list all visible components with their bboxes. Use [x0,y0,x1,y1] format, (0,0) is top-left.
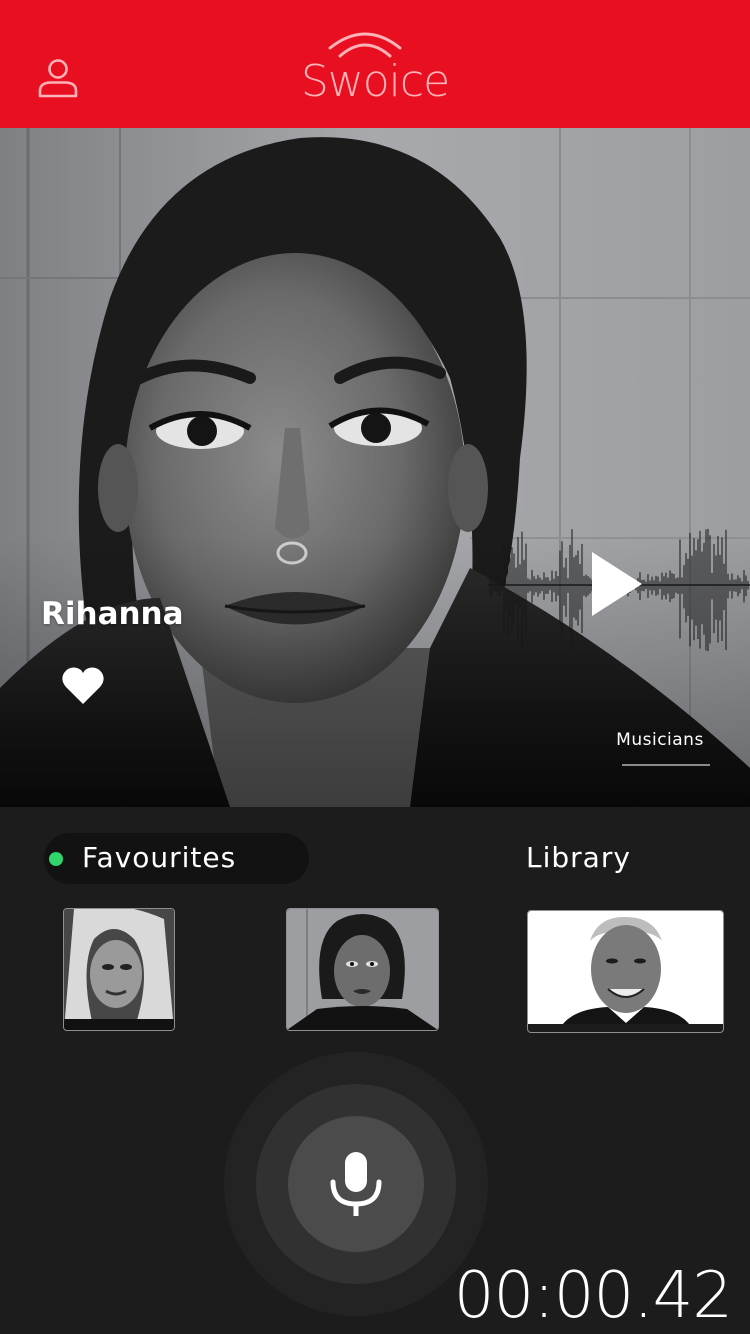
artist-photo [0,128,750,807]
profile-button[interactable] [30,50,86,106]
app-screen: Swoice Rihanna Musicians Favourites Libr… [0,0,750,1334]
thumbnail-image [64,909,174,1030]
thumbnail-blonde-woman[interactable] [63,908,175,1031]
favorite-button[interactable] [60,664,106,710]
recording-timer: 00:00.42 [453,1259,733,1333]
thumbnail-image [528,911,723,1032]
tab-favourites-label: Favourites [82,841,237,874]
artist-name: Rihanna [41,596,184,632]
thumbnail-image [287,909,438,1030]
app-logo: Swoice [290,24,460,114]
microphone-icon [330,1152,382,1216]
tab-library[interactable]: Library [526,841,631,874]
tab-favourites[interactable]: Favourites [44,833,309,884]
thumbnail-rihanna[interactable] [286,908,439,1031]
user-icon [38,59,78,98]
category-underline [622,764,710,766]
heart-icon [62,667,104,704]
play-icon [592,552,642,616]
record-button[interactable] [288,1116,424,1252]
play-button[interactable] [584,548,648,620]
hero-banner[interactable]: Rihanna Musicians [0,128,750,807]
active-tab-indicator [49,852,63,866]
signal-arc-icon [328,32,402,58]
thumbnail-smiling-man[interactable] [527,910,724,1033]
category-link[interactable]: Musicians [608,730,712,750]
app-header: Swoice [0,0,750,128]
app-name: Swoice [300,56,450,107]
